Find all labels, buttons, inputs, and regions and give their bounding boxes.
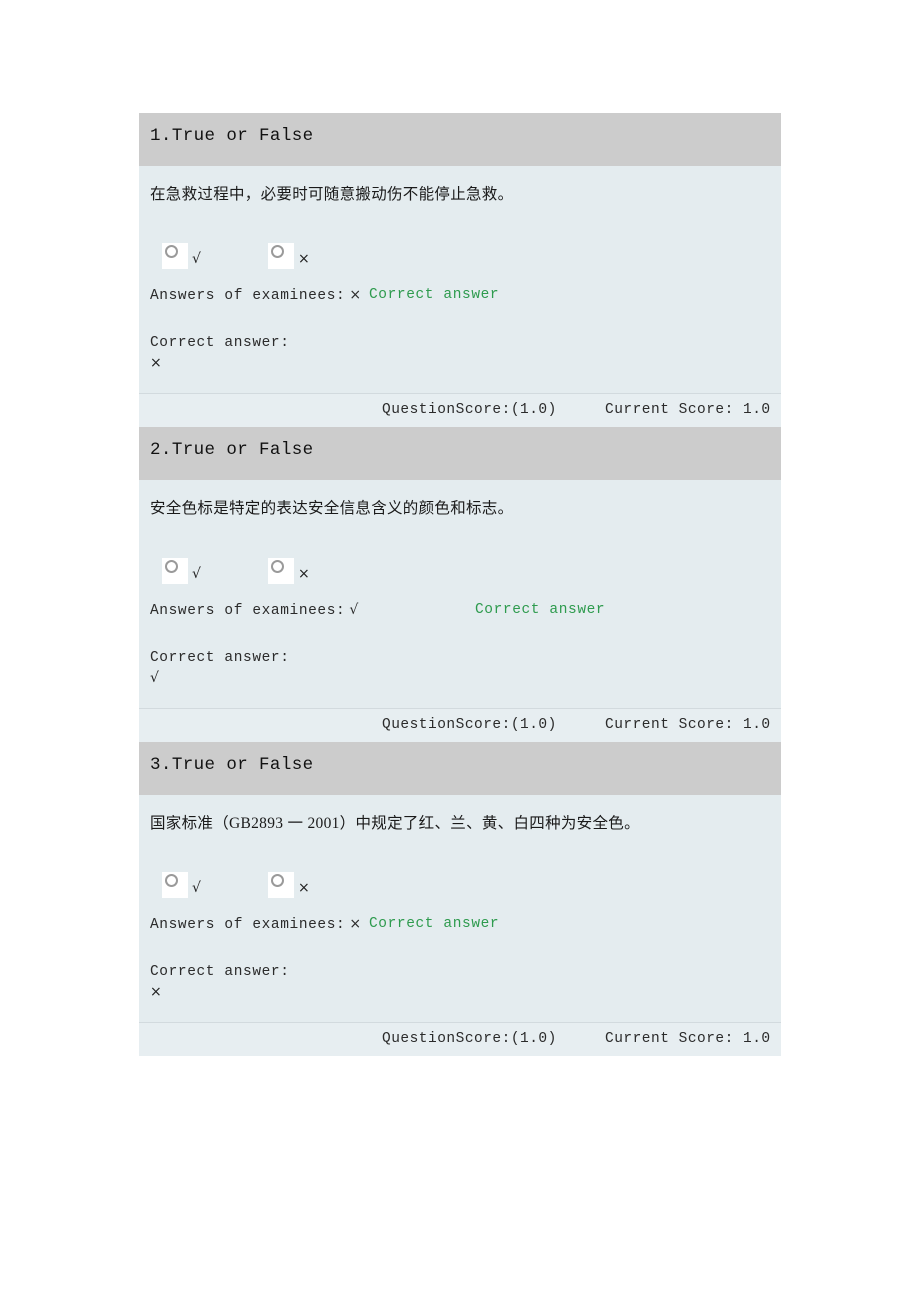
question-type: True or False [171,126,314,146]
question-number: 2. [150,440,172,461]
radio-button-icon[interactable] [162,557,188,584]
score-row: QuestionScore:(1.0) Current Score: 1.0 [139,393,781,428]
option-group: √ × [150,243,781,287]
examinee-answer-value: √ [349,601,359,618]
question-header: 1.True or False [139,113,781,166]
radio-button-icon[interactable] [162,243,188,270]
option-label: √ [192,251,201,268]
option-group: √ × [150,871,781,916]
verdict-badge: Correct answer [369,915,500,932]
exam-results-sheet: 1.True or False 在急救过程中，必要时可随意搬动伤不能停止急救。 … [139,113,781,1056]
examinee-answer-label: Answers of examinees: [150,602,346,619]
question-body: 安全色标是特定的表达安全信息含义的颜色和标志。 √ × Answers of e… [139,480,781,708]
score-row: QuestionScore:(1.0) Current Score: 1.0 [139,1021,781,1056]
correct-answer-block: Correct answer: × [150,964,781,1000]
radio-button-icon[interactable] [268,243,294,270]
score-row: QuestionScore:(1.0) Current Score: 1.0 [139,707,781,742]
question-text: 在急救过程中，必要时可随意搬动伤不能停止急救。 [150,186,514,203]
examinee-answer-line: Answers of examinees: √ Correct answer [150,602,781,628]
current-score: Current Score: 1.0 [605,716,771,733]
option-group: √ × [150,557,781,602]
question-type: True or False [171,440,314,461]
question-body: 在急救过程中，必要时可随意搬动伤不能停止急救。 √ × Answers of e… [139,166,781,394]
current-score: Current Score: 1.0 [605,402,771,419]
correct-answer-block: Correct answer: √ [150,650,781,686]
question-text: 安全色标是特定的表达安全信息含义的颜色和标志。 [150,500,514,518]
question-block: 3.True or False 国家标准（GB2893 一 2001）中规定了红… [139,741,781,1056]
correct-answer-block: Correct answer: × [150,335,781,371]
question-type: True or False [171,754,314,775]
question-text: 国家标准（GB2893 一 2001）中规定了红、兰、黄、白四种为安全色。 [150,814,640,832]
question-header: 2.True or False [139,427,781,481]
verdict-badge: Correct answer [369,287,500,304]
question-number: 1. [150,126,172,146]
radio-button-icon[interactable] [162,871,188,898]
verdict-badge: Correct answer [475,601,606,618]
correct-answer-value: × [150,355,163,372]
option-label: × [298,879,310,896]
option-label: × [298,565,310,582]
question-number: 3. [150,754,172,775]
option-label: × [298,251,310,268]
correct-answer-value: √ [150,669,160,686]
radio-button-icon[interactable] [268,871,294,898]
question-body: 国家标准（GB2893 一 2001）中规定了红、兰、黄、白四种为安全色。 √ … [139,794,781,1022]
examinee-answer-value: × [349,287,362,304]
examinee-answer-label: Answers of examinees: [150,916,346,933]
correct-answer-label: Correct answer: [150,649,290,666]
question-block: 1.True or False 在急救过程中，必要时可随意搬动伤不能停止急救。 … [139,113,781,428]
question-block: 2.True or False 安全色标是特定的表达安全信息含义的颜色和标志。 … [139,427,781,742]
correct-answer-label: Correct answer: [150,963,290,980]
question-score: QuestionScore:(1.0) [382,1030,557,1047]
option-label: √ [192,879,201,896]
correct-answer-label: Correct answer: [150,335,290,352]
question-header: 3.True or False [139,741,781,795]
examinee-answer-line: Answers of examinees: × Correct answer [150,916,781,942]
examinee-answer-line: Answers of examinees: × Correct answer [150,287,781,313]
question-score: QuestionScore:(1.0) [382,402,557,419]
question-score: QuestionScore:(1.0) [382,716,557,733]
examinee-answer-value: × [349,915,362,932]
radio-button-icon[interactable] [268,557,294,584]
examinee-answer-label: Answers of examinees: [150,288,346,305]
current-score: Current Score: 1.0 [605,1030,771,1047]
correct-answer-value: × [150,983,163,1000]
option-label: √ [192,565,201,582]
